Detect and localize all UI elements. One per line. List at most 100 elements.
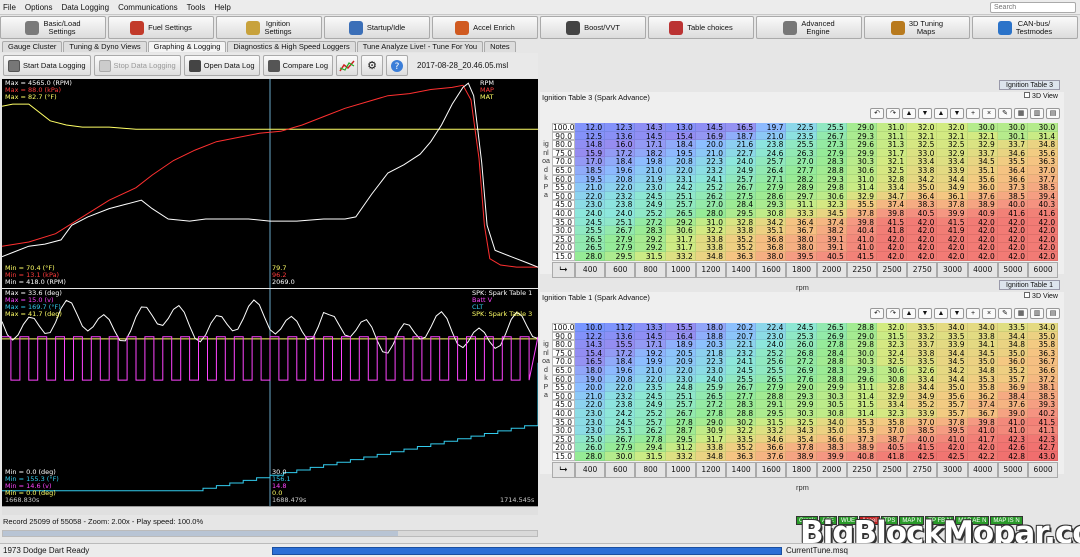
table-cell[interactable]: 27.0 [786, 157, 817, 166]
accel-enrich-button[interactable]: Accel Enrich [432, 16, 538, 39]
table-cell[interactable]: 35.2 [997, 366, 1028, 375]
table-cell[interactable]: 35.6 [937, 391, 968, 401]
table-cell[interactable]: 36.4 [786, 217, 817, 226]
menu-data-logging[interactable]: Data Logging [61, 3, 109, 12]
table-cell[interactable]: 28.7 [665, 426, 696, 435]
table-cell[interactable]: 34.4 [937, 374, 968, 383]
table-cell[interactable]: 42.0 [967, 243, 998, 252]
heatmap-icon[interactable]: ▦ [1014, 108, 1028, 119]
table-cell[interactable]: 23.2 [605, 191, 636, 201]
table-cell[interactable]: 19.9 [635, 357, 666, 366]
table-cell[interactable]: 24.9 [726, 166, 757, 175]
table-cell[interactable]: 36.6 [756, 443, 787, 452]
table-cell[interactable]: 33.8 [695, 243, 726, 252]
table-cell[interactable]: 32.0 [907, 123, 938, 132]
table-cell[interactable]: 23.5 [786, 131, 817, 140]
table-cell[interactable]: 25.5 [786, 140, 817, 149]
table-cell[interactable]: 22.0 [605, 383, 636, 392]
table-cell[interactable]: 31.5 [846, 400, 877, 409]
graph-spark-batt-clt[interactable]: Max = 33.6 (deg) Max = 15.0 (v) Max = 169.… [2, 289, 538, 506]
table-cell[interactable]: 31.3 [877, 140, 908, 149]
table-cell[interactable]: 30.8 [816, 409, 847, 418]
table-cell[interactable]: 31.7 [665, 234, 696, 244]
table-cell[interactable]: 13.0 [665, 123, 696, 132]
table-cell[interactable]: 18.9 [665, 340, 696, 349]
table-cell[interactable]: 24.1 [695, 174, 726, 183]
table-cell[interactable]: 42.0 [967, 252, 998, 261]
table-cell[interactable]: 33.8 [907, 348, 938, 358]
table-cell[interactable]: 36.7 [967, 409, 998, 418]
table-cell[interactable]: 17.2 [605, 348, 636, 358]
table-cell[interactable]: 40.2 [1028, 409, 1059, 418]
table-cell[interactable]: 29.4 [635, 443, 666, 452]
table-cell[interactable]: 35.2 [726, 234, 757, 244]
table-cell[interactable]: 31.0 [695, 217, 726, 226]
table-cell[interactable]: 37.8 [937, 417, 968, 426]
table-cell[interactable]: 32.1 [967, 131, 998, 140]
table-cell[interactable]: 34.4 [937, 174, 968, 183]
table-cell[interactable]: 33.5 [997, 323, 1028, 332]
table-cell[interactable]: 41.5 [907, 443, 938, 452]
table-cell[interactable]: 17.0 [575, 157, 606, 166]
table-cell[interactable]: 37.6 [967, 191, 998, 201]
table-cell[interactable]: 22.0 [605, 183, 636, 192]
table-cell[interactable]: 32.6 [907, 366, 938, 375]
add-icon[interactable]: + [966, 308, 980, 319]
table-cell[interactable]: 31.7 [665, 243, 696, 252]
undo-icon[interactable]: ↶ [870, 308, 884, 319]
table-cell[interactable]: 32.4 [877, 348, 908, 358]
table-cell[interactable]: 14.3 [635, 123, 666, 132]
table-cell[interactable]: 16.5 [575, 357, 606, 366]
table-cell[interactable]: 42.0 [1028, 243, 1059, 252]
table-cell[interactable]: 35.9 [846, 426, 877, 435]
table-cell[interactable]: 37.0 [907, 417, 938, 426]
table-cell[interactable]: 16.9 [695, 131, 726, 140]
table-cell[interactable]: 26.5 [575, 243, 606, 252]
table-choices-button[interactable]: Table choices [648, 16, 754, 39]
table-cell[interactable]: 30.5 [816, 400, 847, 409]
table-cell[interactable]: 24.6 [756, 148, 787, 158]
down-icon[interactable]: ▼ [950, 308, 964, 319]
color-map-icon[interactable]: ▥ [1030, 108, 1044, 119]
table-cell[interactable]: 38.1 [1028, 383, 1059, 392]
table-cell[interactable]: 34.7 [877, 191, 908, 201]
table-cell[interactable]: 29.1 [756, 400, 787, 409]
table-cell[interactable]: 31.4 [846, 391, 877, 401]
table-cell[interactable]: 42.0 [967, 234, 998, 244]
table-cell[interactable]: 35.0 [1028, 331, 1059, 340]
log-scrollbar[interactable] [2, 530, 538, 537]
decrease-icon[interactable]: ▼ [918, 108, 932, 119]
table-cell[interactable]: 23.8 [756, 140, 787, 149]
undo-icon[interactable]: ↶ [870, 108, 884, 119]
table-cell[interactable]: 14.5 [695, 123, 726, 132]
table-cell[interactable]: 32.8 [877, 383, 908, 392]
table-cell[interactable]: 41.0 [967, 426, 998, 435]
log-timeline[interactable] [2, 506, 538, 515]
table-cell[interactable]: 38.0 [756, 252, 787, 261]
table-cell[interactable]: 36.3 [1028, 348, 1059, 358]
table-cell[interactable]: 29.9 [786, 400, 817, 409]
table-cell[interactable]: 37.4 [816, 217, 847, 226]
table-cell[interactable]: 21.0 [635, 166, 666, 175]
table-cell[interactable]: 28.2 [786, 174, 817, 183]
table-cell[interactable]: 36.6 [997, 174, 1028, 183]
table-cell[interactable]: 29.6 [846, 374, 877, 383]
table-cell[interactable]: 28.0 [575, 452, 606, 461]
table-cell[interactable]: 35.3 [967, 374, 998, 383]
table-cell[interactable]: 38.3 [907, 200, 938, 209]
table-cell[interactable]: 28.6 [756, 191, 787, 201]
table-cell[interactable]: 35.5 [846, 200, 877, 209]
table-cell[interactable]: 29.3 [786, 391, 817, 401]
table-cell[interactable]: 33.5 [726, 434, 757, 444]
advanced-engine-button[interactable]: Advanced Engine [756, 16, 862, 39]
table-cell[interactable]: 35.2 [726, 243, 757, 252]
table-cell[interactable]: 35.8 [967, 383, 998, 392]
table-cell[interactable]: 42.0 [907, 217, 938, 226]
table-cell[interactable]: 35.5 [997, 157, 1028, 166]
table-cell[interactable]: 30.6 [877, 366, 908, 375]
start-data-logging-button[interactable]: Start Data Logging [3, 55, 91, 76]
table-cell[interactable]: 42.0 [997, 252, 1028, 261]
table-cell[interactable]: 20.8 [605, 374, 636, 383]
table-cell[interactable]: 18.8 [695, 331, 726, 340]
table-cell[interactable]: 24.9 [635, 400, 666, 409]
